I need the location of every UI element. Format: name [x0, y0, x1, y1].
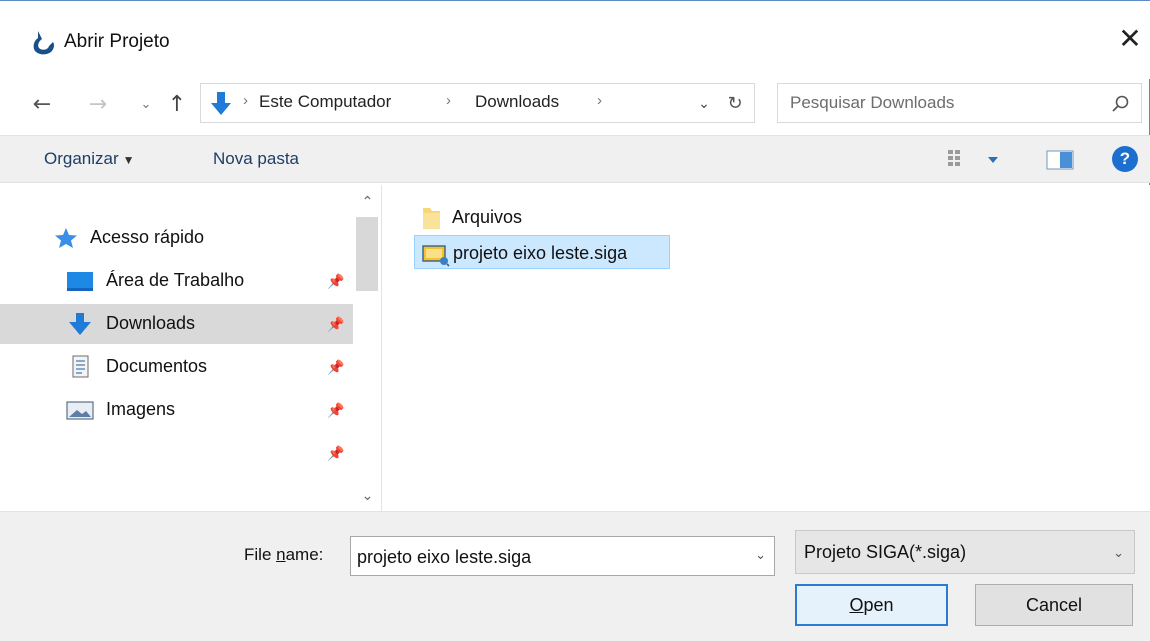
download-arrow-icon	[69, 313, 91, 335]
breadcrumb-separator: ›	[243, 92, 248, 109]
open-label-accel: O	[849, 594, 864, 615]
file-name: projeto eixo leste.siga	[453, 243, 628, 263]
sidebar-item-label: Documentos	[106, 356, 208, 376]
open-button[interactable]: Open	[795, 584, 948, 626]
file-list: Arquivos projeto eixo leste.siga	[384, 185, 1150, 511]
preview-pane-button[interactable]	[1046, 150, 1074, 170]
command-bar: Organizar ▼ Nova pasta ?	[0, 135, 1150, 183]
address-history-dropdown[interactable]: ⌄	[693, 90, 715, 116]
star-icon	[55, 228, 77, 248]
scrollbar-thumb[interactable]	[356, 217, 378, 291]
sidebar-item-downloads[interactable]: Downloads 📌	[0, 304, 353, 344]
sidebar-item-pictures[interactable]: Imagens 📌	[0, 390, 353, 430]
list-item-file-projeto[interactable]: projeto eixo leste.siga	[414, 235, 670, 269]
file-name: Arquivos	[452, 207, 523, 227]
document-icon	[72, 355, 89, 378]
file-name-label: File name:	[244, 545, 324, 564]
address-bar[interactable]: › Este Computador › Downloads › ⌄ ↻	[200, 83, 755, 123]
chevron-down-icon: ⌄	[1113, 545, 1124, 560]
pin-icon[interactable]: 📌	[327, 316, 344, 332]
organize-label: Organizar	[44, 149, 119, 168]
pin-icon[interactable]: 📌	[327, 273, 344, 289]
sidebar-item-label: Área de Trabalho	[106, 270, 245, 290]
back-button[interactable]: ←	[28, 87, 56, 121]
up-button[interactable]: ↑	[163, 87, 191, 121]
help-icon: ?	[1119, 149, 1131, 168]
file-type-select[interactable]: Projeto SIGA(*.siga) ⌄	[795, 530, 1135, 574]
up-arrow-icon: ↑	[167, 91, 187, 117]
forward-arrow-icon: →	[88, 91, 108, 117]
breadcrumb-downloads[interactable]: Downloads	[475, 92, 559, 112]
help-button[interactable]: ?	[1112, 146, 1138, 172]
search-icon	[1112, 95, 1129, 112]
sidebar-item-label: Imagens	[106, 399, 176, 419]
list-item-folder-arquivos[interactable]: Arquivos	[414, 200, 614, 234]
pin-icon[interactable]: 📌	[327, 359, 344, 375]
file-name-combobox[interactable]: ⌄	[350, 536, 775, 576]
dialog-footer: File name: ⌄ Projeto SIGA(*.siga) ⌄ Open…	[0, 511, 1150, 641]
cancel-label: Cancel	[1025, 594, 1083, 615]
breadcrumb-separator: ›	[597, 92, 602, 109]
search-box[interactable]	[777, 83, 1142, 123]
chevron-down-icon[interactable]: ⌄	[755, 547, 766, 563]
chevron-up-icon: ⌃	[361, 194, 374, 210]
scroll-up-button[interactable]: ⌃	[354, 191, 381, 213]
cancel-button[interactable]: Cancel	[975, 584, 1133, 626]
address-row: ← → ⌄ ↑ › Este Computador › Downloads › …	[0, 79, 1150, 129]
window-title: Abrir Projeto	[64, 31, 170, 52]
view-options-icon	[948, 150, 998, 166]
new-folder-button[interactable]: Nova pasta	[213, 149, 299, 169]
chevron-down-icon: ⌄	[361, 488, 374, 504]
forward-button[interactable]: →	[84, 87, 112, 121]
pin-icon[interactable]: 📌	[327, 402, 344, 418]
sidebar-item-quick-access[interactable]: Acesso rápido	[0, 218, 353, 258]
siga-file-icon	[422, 245, 450, 267]
new-folder-label: Nova pasta	[213, 149, 299, 168]
open-project-dialog: Abrir Projeto ✕ ← → ⌄ ↑ › Este Computado…	[0, 0, 1150, 641]
download-arrow-icon	[211, 92, 231, 115]
breadcrumb-este-computador[interactable]: Este Computador	[259, 92, 391, 112]
pictures-icon	[66, 401, 94, 420]
change-view-button[interactable]	[948, 148, 1004, 172]
breadcrumb-separator: ›	[446, 92, 451, 109]
pin-icon[interactable]: 📌	[327, 445, 344, 461]
sidebar-item-label: Acesso rápido	[90, 227, 205, 247]
recent-locations-button[interactable]: ⌄	[132, 87, 160, 121]
navigation-scrollbar[interactable]: ⌃ ⌄	[354, 185, 381, 511]
sidebar-item-desktop[interactable]: Área de Trabalho 📌	[0, 261, 353, 301]
search-input[interactable]	[790, 90, 1090, 116]
folder-icon	[423, 208, 440, 229]
sidebar-item-partial[interactable]: 📌	[0, 433, 353, 473]
close-button[interactable]: ✕	[1110, 15, 1150, 61]
sidebar-item-documents[interactable]: Documentos 📌	[0, 347, 353, 387]
navigation-pane: Acesso rápido Área de Trabalho 📌 Downloa…	[0, 185, 382, 511]
caret-down-icon: ▼	[122, 153, 135, 167]
organize-menu-button[interactable]: Organizar ▼	[44, 149, 135, 169]
open-label-rest: pen	[863, 594, 894, 615]
file-type-value: Projeto SIGA(*.siga)	[804, 542, 967, 562]
app-drop-icon	[33, 31, 55, 55]
scroll-down-button[interactable]: ⌄	[354, 485, 381, 507]
file-name-field[interactable]	[357, 544, 737, 570]
refresh-button[interactable]: ↻	[723, 90, 747, 116]
sidebar-item-label: Downloads	[106, 313, 196, 333]
chevron-down-icon: ⌄	[698, 94, 710, 111]
desktop-icon	[67, 272, 93, 291]
back-arrow-icon: ←	[32, 91, 52, 117]
title-bar: Abrir Projeto ✕	[0, 1, 1150, 79]
chevron-down-icon: ⌄	[140, 96, 152, 112]
preview-pane-icon	[1046, 150, 1074, 170]
refresh-icon: ↻	[727, 92, 743, 114]
close-icon: ✕	[1118, 21, 1142, 55]
